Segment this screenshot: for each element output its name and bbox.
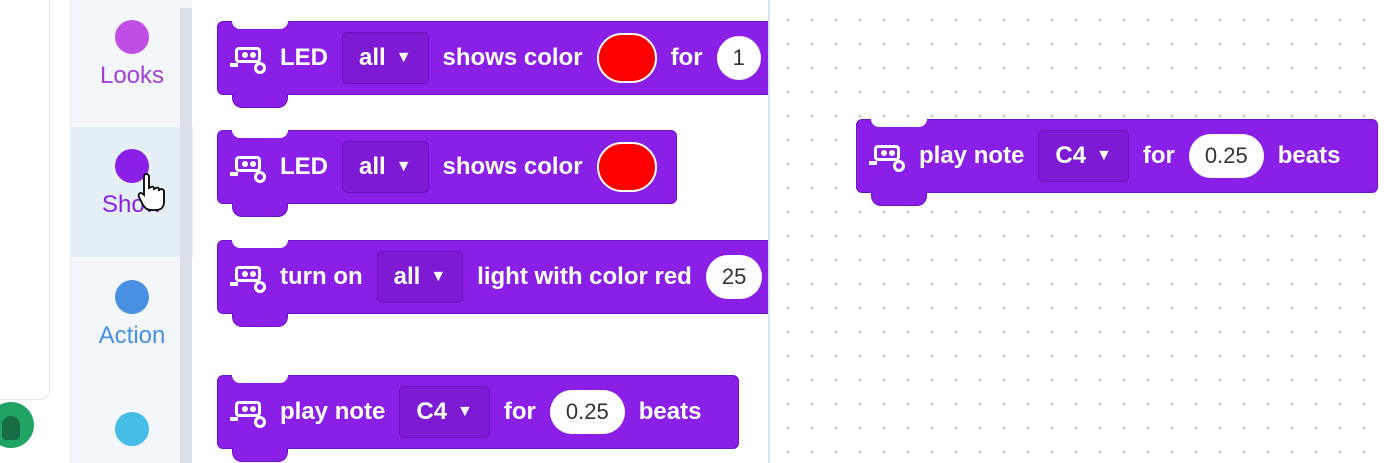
caret-down-icon: ▼	[457, 403, 473, 420]
note-dropdown[interactable]: C4 ▼	[399, 386, 490, 438]
caret-down-icon: ▼	[395, 158, 412, 175]
category-looks[interactable]: Looks	[71, 20, 193, 120]
next-category-dot-icon	[115, 412, 149, 446]
beats-input[interactable]: 0.25	[549, 390, 625, 434]
hand-cursor-icon	[137, 173, 165, 211]
block-label: LED	[280, 44, 328, 71]
block-label: play note	[280, 398, 386, 425]
block-label: beats	[638, 398, 702, 425]
target-dropdown[interactable]: all ▼	[376, 251, 464, 303]
led-shows-color-block[interactable]: LED all ▼ shows color	[217, 130, 677, 217]
value-input[interactable]: 25	[705, 255, 763, 299]
workspace-canvas[interactable]: play note C4 ▼ for 0.25 beats	[770, 0, 1384, 463]
category-show[interactable]: Show	[71, 127, 193, 257]
turn-on-light-block[interactable]: turn on all ▼ light with color red 25	[217, 240, 769, 327]
color-swatch[interactable]	[596, 33, 657, 83]
category-label: Show	[101, 191, 163, 218]
robot-icon	[230, 262, 270, 293]
outer-panel	[0, 0, 50, 400]
caret-down-icon: ▼	[430, 268, 447, 285]
note-dropdown[interactable]: C4 ▼	[1038, 130, 1129, 182]
block-label: LED	[280, 153, 328, 180]
block-label: shows color	[442, 44, 583, 71]
looks-dot-icon	[115, 20, 149, 54]
category-label: Looks	[99, 62, 165, 89]
palette-scrollbar[interactable]	[180, 8, 192, 463]
play-note-block[interactable]: play note C4 ▼ for 0.25 beats	[217, 375, 739, 462]
block-label: beats	[1277, 142, 1341, 169]
category-action[interactable]: Action	[71, 280, 193, 380]
robot-icon	[869, 141, 909, 172]
block-label: turn on	[280, 263, 363, 290]
green-badge-icon[interactable]	[0, 402, 34, 448]
action-dot-icon	[115, 280, 149, 314]
block-label: light with color red	[477, 263, 692, 290]
target-dropdown[interactable]: all ▼	[342, 32, 429, 84]
play-note-block[interactable]: play note C4 ▼ for 0.25 beats	[856, 119, 1378, 206]
category-next[interactable]	[71, 412, 193, 462]
robot-icon	[230, 43, 270, 74]
robot-icon	[230, 152, 270, 183]
caret-down-icon: ▼	[395, 49, 412, 66]
color-swatch[interactable]	[596, 142, 657, 192]
block-label: play note	[919, 142, 1025, 169]
category-sidebar: Looks Show Action	[70, 0, 193, 463]
target-dropdown[interactable]: all ▼	[342, 141, 429, 193]
block-label: for	[670, 44, 703, 71]
caret-down-icon: ▼	[1096, 147, 1112, 164]
beats-input[interactable]: 0.25	[1188, 134, 1264, 178]
block-label: shows color	[442, 153, 583, 180]
block-palette: LED all ▼ shows color for 1 LED all ▼ show…	[195, 0, 769, 463]
robot-icon	[230, 397, 270, 428]
value-input[interactable]: 1	[716, 36, 761, 80]
block-label: for	[1142, 142, 1175, 169]
block-label: for	[503, 398, 536, 425]
category-label: Action	[98, 322, 166, 349]
led-shows-color-for-block[interactable]: LED all ▼ shows color for 1	[217, 21, 769, 108]
